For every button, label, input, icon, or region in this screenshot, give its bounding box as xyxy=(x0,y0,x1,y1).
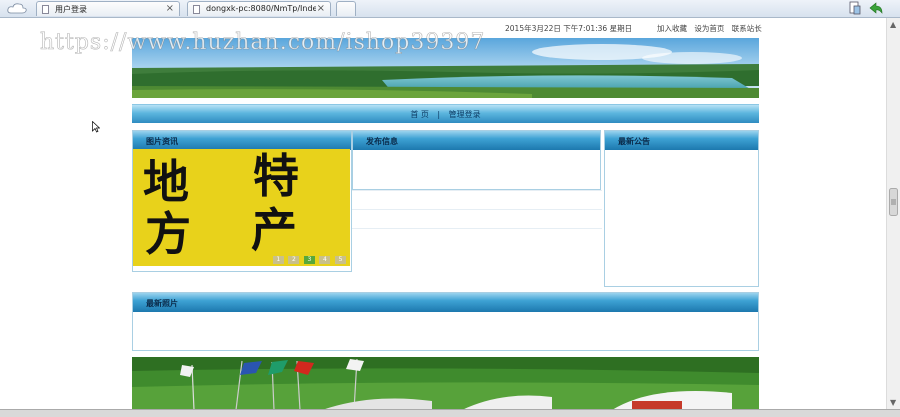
publish-info-rows xyxy=(352,190,602,246)
cloud-home-icon[interactable] xyxy=(6,2,28,15)
tab-user-login[interactable]: 用户登录 × xyxy=(36,1,180,16)
scroll-down-icon[interactable]: ▼ xyxy=(890,398,896,407)
current-datetime: 2015年3月22日 下午7:01:36 星期日 xyxy=(505,24,633,33)
photo-char: 地 xyxy=(143,155,189,209)
panel-title: 最新照片 xyxy=(146,299,178,308)
panel-header: 图片资讯 xyxy=(133,131,351,150)
browser-tab-bar: 用户登录 × dongxk-pc:8080/NmTp/Inde × xyxy=(0,0,900,18)
photo-char: 方 xyxy=(145,207,191,261)
tab-label: dongxk-pc:8080/NmTp/Inde xyxy=(206,4,316,13)
panel-header: 发布信息 xyxy=(353,131,600,150)
set-homepage-link[interactable]: 设为首页 xyxy=(694,24,724,33)
page-tools-icon[interactable] xyxy=(848,1,862,15)
list-row xyxy=(352,228,602,247)
nav-admin-login-link[interactable]: 管理登录 xyxy=(449,110,481,119)
contact-admin-link[interactable]: 联系站长 xyxy=(732,24,762,33)
slide-dot[interactable]: 1 xyxy=(272,256,284,264)
panel-title: 图片资讯 xyxy=(146,137,178,146)
main-nav-bar: 首 页 | 管理登录 xyxy=(132,104,759,123)
back-arrow-icon[interactable] xyxy=(868,1,884,15)
panel-title: 最新公告 xyxy=(618,137,650,146)
photo-slideshow[interactable]: 地 特 方 产 1 2 3 4 5 xyxy=(133,149,350,266)
mouse-cursor-icon xyxy=(92,121,100,133)
add-favorite-link[interactable]: 加入收藏 xyxy=(657,24,687,33)
page-icon xyxy=(42,5,49,14)
latest-photos-panel: 最新照片 xyxy=(132,292,759,351)
page-icon xyxy=(193,5,200,14)
nav-home-link[interactable]: 首 页 xyxy=(410,110,429,119)
scroll-up-icon[interactable]: ▲ xyxy=(890,20,896,29)
list-row xyxy=(352,190,602,209)
slide-indicators: 1 2 3 4 5 xyxy=(271,254,346,264)
scroll-thumb[interactable] xyxy=(889,188,898,216)
tab-index[interactable]: dongxk-pc:8080/NmTp/Inde × xyxy=(187,1,331,16)
nav-separator: | xyxy=(437,110,441,119)
top-links: 加入收藏 设为首页 联系站长 xyxy=(652,23,762,34)
panel-header: 最新公告 xyxy=(605,131,758,150)
panel-title: 发布信息 xyxy=(366,137,398,146)
tab-label: 用户登录 xyxy=(55,5,87,14)
nav-links: 首 页 | 管理登录 xyxy=(132,109,759,120)
footer-banner-image xyxy=(132,357,759,410)
vertical-scrollbar[interactable]: ▲ ▼ xyxy=(886,18,900,410)
slide-dot[interactable]: 2 xyxy=(288,256,300,264)
new-tab-button[interactable] xyxy=(336,1,356,16)
slide-dot-active[interactable]: 3 xyxy=(303,256,315,264)
close-icon[interactable]: × xyxy=(317,3,325,14)
latest-notice-panel: 最新公告 xyxy=(604,130,759,287)
list-row xyxy=(352,209,602,228)
slide-dot[interactable]: 5 xyxy=(335,256,346,264)
slide-dot[interactable]: 4 xyxy=(319,256,331,264)
photo-char: 特 xyxy=(253,149,299,203)
publish-info-panel: 发布信息 xyxy=(352,130,601,190)
panel-header: 最新照片 xyxy=(133,293,758,312)
photo-char: 产 xyxy=(251,203,297,257)
close-icon[interactable]: × xyxy=(166,3,174,14)
watermark-text: https://www.huzhan.com/ishop39397 xyxy=(40,30,486,56)
